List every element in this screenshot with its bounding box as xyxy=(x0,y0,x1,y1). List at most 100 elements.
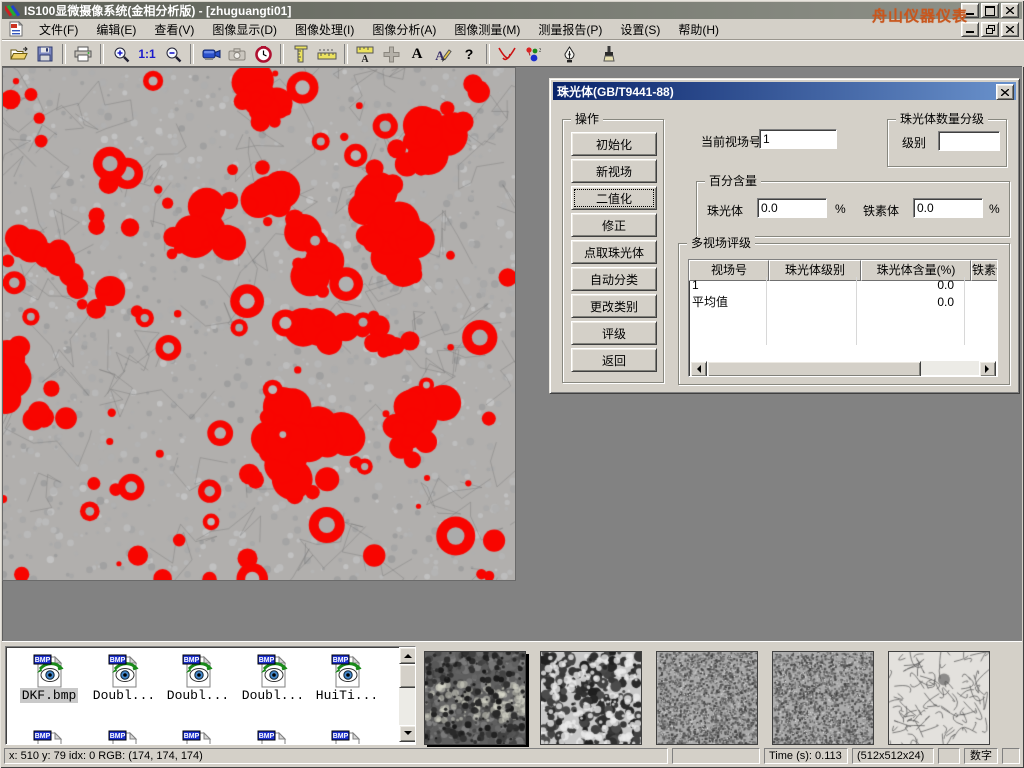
percent-group-label: 百分含量 xyxy=(705,174,761,188)
file-item-partial[interactable]: BMP xyxy=(87,728,161,745)
toolbar-separator xyxy=(344,44,348,64)
document-icon[interactable] xyxy=(8,21,24,37)
file-item-partial[interactable]: BMP xyxy=(161,728,235,745)
scrollbar-thumb[interactable] xyxy=(707,361,921,377)
correct-button[interactable]: 修正 xyxy=(571,213,657,237)
grain-tool-button[interactable] xyxy=(494,42,520,66)
actual-size-button[interactable]: 1:1 xyxy=(134,42,160,66)
close-button[interactable] xyxy=(1001,3,1019,18)
dialog-close-button[interactable] xyxy=(996,84,1014,100)
current-view-input[interactable] xyxy=(759,129,837,149)
menu-image-display[interactable]: 图像显示(D) xyxy=(203,19,286,40)
file-item-partial[interactable]: BMP xyxy=(12,728,86,745)
file-name[interactable]: DKF.bmp xyxy=(20,688,79,703)
dialog-title-bar[interactable]: 珠光体(GB/T9441-88) xyxy=(553,82,1016,100)
phase-mark-button[interactable]: 3 xyxy=(520,42,546,66)
maximize-button[interactable] xyxy=(981,3,999,18)
svg-text:BMP: BMP xyxy=(333,657,349,664)
cell-view: 平均值 xyxy=(689,294,767,311)
menu-help[interactable]: 帮助(H) xyxy=(669,19,728,40)
menu-file[interactable]: 文件(F) xyxy=(30,19,87,40)
scroll-up-button[interactable] xyxy=(399,647,416,664)
scrollbar-track[interactable] xyxy=(921,361,979,375)
sample-thumbnail[interactable] xyxy=(424,651,526,745)
menu-image-analysis[interactable]: 图像分析(A) xyxy=(363,19,445,40)
file-name[interactable]: Doubl... xyxy=(167,688,229,703)
toolbar-separator xyxy=(486,44,490,64)
ferrite-percent-input[interactable] xyxy=(913,198,983,218)
pan-button[interactable] xyxy=(378,42,404,66)
table-horizontal-scrollbar[interactable] xyxy=(690,361,996,375)
menu-view[interactable]: 查看(V) xyxy=(145,19,203,40)
measure-length-button[interactable] xyxy=(314,42,340,66)
draw-pen-button[interactable] xyxy=(556,42,582,66)
pearlite-dialog[interactable]: 珠光体(GB/T9441-88) 操作 初始化 新视场 二值化 修正 点取珠光体… xyxy=(549,78,1020,394)
title-bar[interactable]: IS100显微摄像系统(金相分析版) - [zhuguangti01] xyxy=(2,2,1022,19)
file-item-partial[interactable]: BMP xyxy=(236,728,310,745)
open-button[interactable] xyxy=(6,42,32,66)
scroll-left-button[interactable] xyxy=(690,361,707,377)
help-button[interactable]: ? xyxy=(456,42,482,66)
init-button[interactable]: 初始化 xyxy=(571,132,657,156)
change-class-button[interactable]: 更改类别 xyxy=(571,294,657,318)
sample-thumbnail[interactable] xyxy=(772,651,874,745)
file-item[interactable]: BMP DKF.bmp xyxy=(12,652,86,703)
bmp-file-icon: BMP xyxy=(331,652,363,688)
menu-settings[interactable]: 设置(S) xyxy=(611,19,669,40)
menu-measure-report[interactable]: 测量报告(P) xyxy=(529,19,611,40)
file-list-scrollbar[interactable] xyxy=(399,647,415,742)
auto-classify-button[interactable]: 自动分类 xyxy=(571,267,657,291)
scroll-right-button[interactable] xyxy=(979,361,996,377)
metallograph-canvas[interactable] xyxy=(3,68,515,580)
scroll-down-button[interactable] xyxy=(399,725,416,742)
application-window: IS100显微摄像系统(金相分析版) - [zhuguangti01] 文件(F… xyxy=(0,0,1024,768)
restore-icon xyxy=(986,25,995,34)
child-restore-button[interactable] xyxy=(981,22,999,37)
sample-thumbnail[interactable] xyxy=(888,651,990,745)
pearlite-percent-input[interactable] xyxy=(757,198,827,218)
pick-pearlite-button[interactable]: 点取珠光体 xyxy=(571,240,657,264)
file-item[interactable]: BMP Doubl... xyxy=(87,652,161,703)
file-item[interactable]: BMP HuiTi... xyxy=(310,652,384,703)
video-capture-button[interactable] xyxy=(198,42,224,66)
bmp-file-icon: BMP xyxy=(182,652,214,688)
brush-button[interactable] xyxy=(596,42,622,66)
timer-button[interactable] xyxy=(250,42,276,66)
calibrate-button[interactable] xyxy=(288,42,314,66)
file-list[interactable]: BMP DKF.bmp BMP Doubl... BMP xyxy=(5,646,416,745)
edit-text-button[interactable]: A xyxy=(430,42,456,66)
grade-button[interactable]: 评级 xyxy=(571,321,657,345)
svg-text:3: 3 xyxy=(539,48,541,54)
zoom-in-button[interactable] xyxy=(108,42,134,66)
new-field-button[interactable]: 新视场 xyxy=(571,159,657,183)
svg-text:BMP: BMP xyxy=(259,733,275,740)
menu-edit[interactable]: 编辑(E) xyxy=(87,19,145,40)
scrollbar-thumb[interactable] xyxy=(399,664,416,688)
file-item[interactable]: BMP Doubl... xyxy=(161,652,235,703)
menu-image-process[interactable]: 图像处理(I) xyxy=(286,19,363,40)
sample-thumbnail[interactable] xyxy=(540,651,642,745)
zoom-out-icon xyxy=(165,46,182,63)
file-name[interactable]: HuiTi... xyxy=(316,688,378,703)
multifield-table[interactable]: 视场号 珠光体级别 珠光体含量(%) 铁素体含量(%) 1 0.0 平均值 0.… xyxy=(688,259,998,377)
sample-thumbnail[interactable] xyxy=(656,651,758,745)
grade-input[interactable] xyxy=(938,131,1000,151)
text-tool-button[interactable]: A xyxy=(404,42,430,66)
menu-image-measure[interactable]: 图像测量(M) xyxy=(445,19,529,40)
file-name[interactable]: Doubl... xyxy=(242,688,304,703)
file-item-partial[interactable]: BMP xyxy=(310,728,384,745)
close-icon xyxy=(1006,26,1014,33)
cell-ferrite xyxy=(965,294,998,311)
table-row[interactable]: 平均值 0.0 xyxy=(689,294,997,311)
binarize-button[interactable]: 二值化 xyxy=(571,186,657,210)
file-item[interactable]: BMP Doubl... xyxy=(236,652,310,703)
save-button[interactable] xyxy=(32,42,58,66)
table-row[interactable]: 1 0.0 xyxy=(689,277,997,294)
file-name[interactable]: Doubl... xyxy=(93,688,155,703)
child-close-button[interactable] xyxy=(1001,22,1019,37)
zoom-out-button[interactable] xyxy=(160,42,186,66)
measure-annotate-button[interactable]: A xyxy=(352,42,378,66)
print-button[interactable] xyxy=(70,42,96,66)
return-button[interactable]: 返回 xyxy=(571,348,657,372)
snapshot-button[interactable] xyxy=(224,42,250,66)
